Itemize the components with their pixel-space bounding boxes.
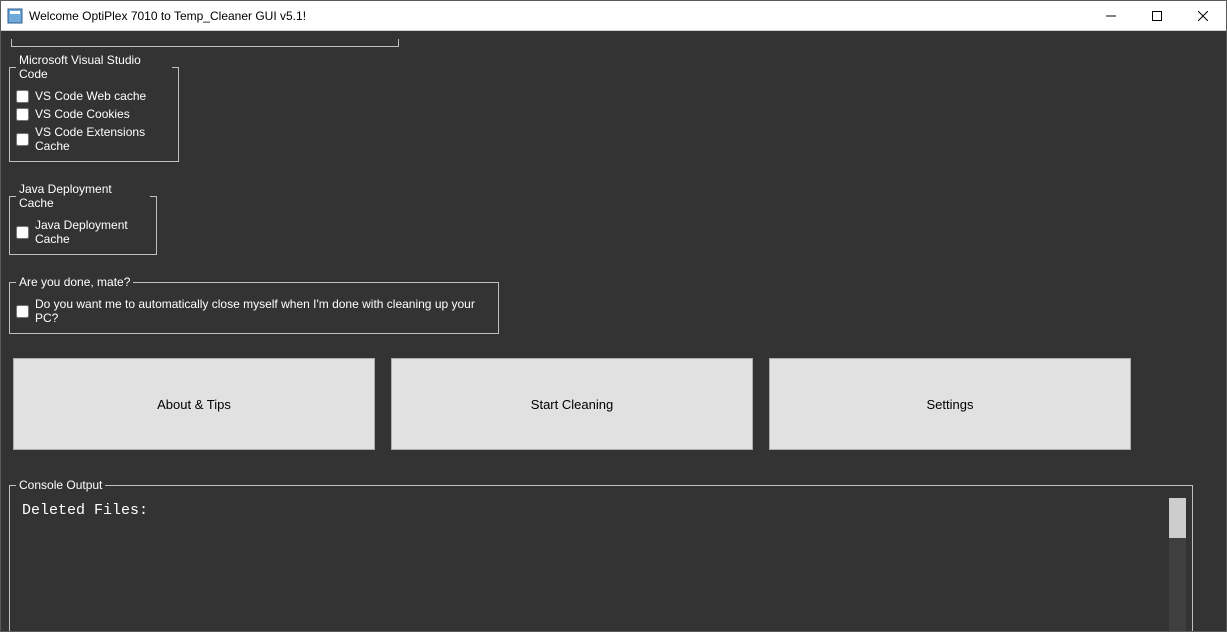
group-are-you-done-legend: Are you done, mate? — [16, 275, 133, 289]
group-java: Java Deployment Cache Java Deployment Ca… — [9, 182, 157, 255]
auto-close-checkbox[interactable] — [16, 305, 29, 318]
group-console-output: Console Output Deleted Files: — [9, 478, 1193, 631]
java-deployment-cache-checkbox[interactable] — [16, 226, 29, 239]
action-button-row: About & Tips Start Cleaning Settings — [9, 340, 1218, 460]
auto-close-label: Do you want me to automatically close my… — [35, 297, 492, 325]
settings-button[interactable]: Settings — [769, 358, 1131, 450]
truncated-group-remnant — [11, 39, 399, 47]
client-area: Microsoft Visual Studio Code VS Code Web… — [1, 31, 1226, 631]
about-tips-label: About & Tips — [157, 397, 231, 412]
close-button[interactable] — [1180, 1, 1226, 31]
console-scroll-thumb[interactable] — [1169, 498, 1186, 538]
vscode-extensions-cache-label: VS Code Extensions Cache — [35, 125, 172, 153]
console-scrollbar[interactable] — [1169, 498, 1186, 631]
vscode-web-cache-label: VS Code Web cache — [35, 89, 146, 103]
java-deployment-cache-label: Java Deployment Cache — [35, 218, 150, 246]
console-scroll-track — [1169, 538, 1186, 631]
start-cleaning-button[interactable]: Start Cleaning — [391, 358, 753, 450]
group-are-you-done: Are you done, mate? Do you want me to au… — [9, 275, 499, 334]
vscode-web-cache-checkbox[interactable] — [16, 90, 29, 103]
minimize-button[interactable] — [1088, 1, 1134, 31]
checkbox-row: VS Code Web cache — [16, 87, 172, 105]
about-tips-button[interactable]: About & Tips — [13, 358, 375, 450]
group-console-output-legend: Console Output — [16, 478, 105, 492]
group-java-legend: Java Deployment Cache — [16, 182, 150, 210]
app-window: Welcome OptiPlex 7010 to Temp_Cleaner GU… — [0, 0, 1227, 632]
maximize-button[interactable] — [1134, 1, 1180, 31]
group-vscode-legend: Microsoft Visual Studio Code — [16, 53, 172, 81]
checkbox-row: Do you want me to automatically close my… — [16, 295, 492, 327]
checkbox-row: VS Code Extensions Cache — [16, 123, 172, 155]
checkbox-row: VS Code Cookies — [16, 105, 172, 123]
vscode-cookies-checkbox[interactable] — [16, 108, 29, 121]
vscode-extensions-cache-checkbox[interactable] — [16, 133, 29, 146]
group-vscode: Microsoft Visual Studio Code VS Code Web… — [9, 53, 179, 162]
window-title: Welcome OptiPlex 7010 to Temp_Cleaner GU… — [29, 9, 306, 23]
titlebar: Welcome OptiPlex 7010 to Temp_Cleaner GU… — [1, 1, 1226, 31]
start-cleaning-label: Start Cleaning — [531, 397, 613, 412]
checkbox-row: Java Deployment Cache — [16, 216, 150, 248]
app-icon — [7, 8, 23, 24]
vscode-cookies-label: VS Code Cookies — [35, 107, 130, 121]
settings-label: Settings — [927, 397, 974, 412]
console-output-text[interactable]: Deleted Files: — [16, 498, 1169, 631]
